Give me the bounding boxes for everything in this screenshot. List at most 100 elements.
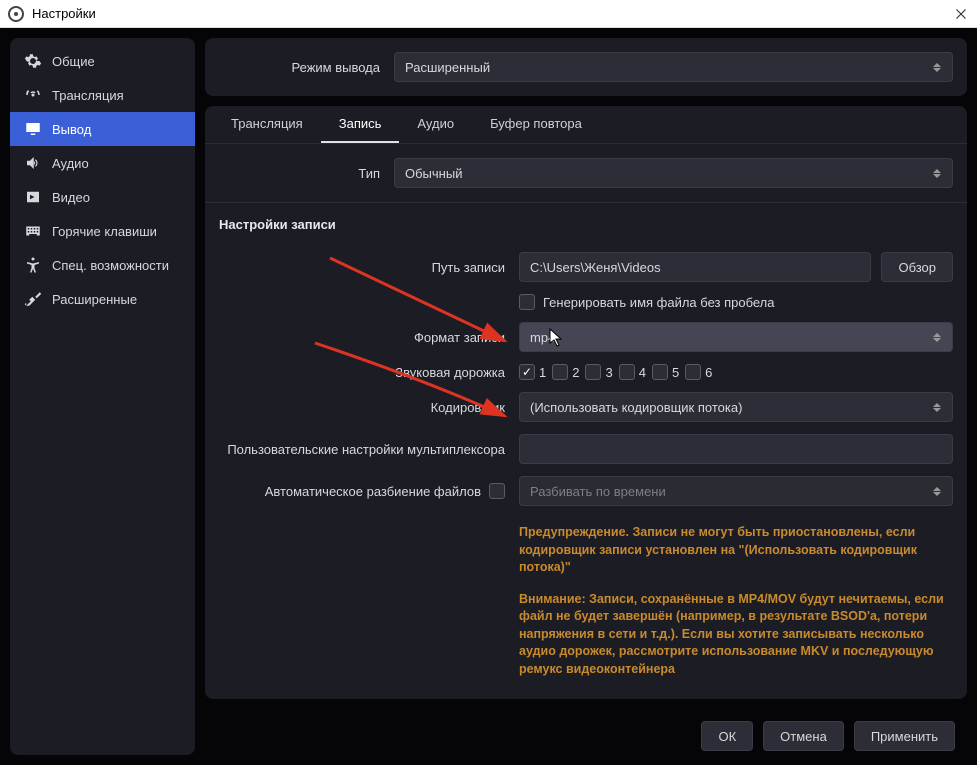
track-item: 2 bbox=[552, 364, 579, 380]
encoder-select[interactable]: (Использовать кодировщик потока) bbox=[519, 392, 953, 422]
monitor-icon bbox=[24, 120, 42, 138]
updown-icon bbox=[932, 403, 942, 412]
sidebar-item-label: Видео bbox=[52, 190, 90, 205]
track-checkbox-3[interactable] bbox=[585, 364, 601, 380]
autosplit-checkbox[interactable] bbox=[489, 483, 505, 499]
tab-audio[interactable]: Аудио bbox=[399, 106, 472, 143]
track-checkbox-2[interactable] bbox=[552, 364, 568, 380]
cancel-button[interactable]: Отмена bbox=[763, 721, 844, 751]
close-icon[interactable] bbox=[953, 6, 969, 22]
tools-icon bbox=[24, 290, 42, 308]
encoder-label: Кодировщик bbox=[219, 400, 509, 415]
track-item: 5 bbox=[652, 364, 679, 380]
apply-button[interactable]: Применить bbox=[854, 721, 955, 751]
sidebar: Общие Трансляция Вывод Аудио Видео Горяч… bbox=[10, 38, 195, 755]
format-value: mp4 bbox=[530, 330, 555, 345]
footer: ОК Отмена Применить bbox=[205, 709, 967, 755]
tracks-row: Звуковая дорожка 1 2 3 4 5 6 bbox=[219, 358, 953, 386]
accessibility-icon bbox=[24, 256, 42, 274]
sidebar-item-label: Спец. возможности bbox=[52, 258, 169, 273]
track-number: 5 bbox=[672, 365, 679, 380]
sidebar-item-label: Горячие клавиши bbox=[52, 224, 157, 239]
nospace-checkbox[interactable] bbox=[519, 294, 535, 310]
video-icon bbox=[24, 188, 42, 206]
sidebar-item-label: Общие bbox=[52, 54, 95, 69]
format-label: Формат записи bbox=[219, 330, 509, 345]
track-checkbox-1[interactable] bbox=[519, 364, 535, 380]
browse-button[interactable]: Обзор bbox=[881, 252, 953, 282]
record-path-input[interactable]: C:\Users\Женя\Videos bbox=[519, 252, 871, 282]
record-type-label: Тип bbox=[219, 166, 384, 181]
updown-icon bbox=[932, 333, 942, 342]
main-panel: Режим вывода Расширенный Трансляция Запи… bbox=[205, 38, 967, 755]
sidebar-item-label: Трансляция bbox=[52, 88, 124, 103]
autosplit-select[interactable]: Разбивать по времени bbox=[519, 476, 953, 506]
track-item: 6 bbox=[685, 364, 712, 380]
tracks-label: Звуковая дорожка bbox=[219, 365, 509, 380]
track-number: 3 bbox=[605, 365, 612, 380]
app-logo-icon bbox=[8, 6, 24, 22]
autosplit-label: Автоматическое разбиение файлов bbox=[265, 484, 481, 499]
sidebar-item-label: Вывод bbox=[52, 122, 91, 137]
tabs-panel: Трансляция Запись Аудио Буфер повтора Ти… bbox=[205, 106, 967, 699]
record-path-row: Путь записи C:\Users\Женя\Videos Обзор bbox=[219, 246, 953, 288]
sidebar-item-label: Расширенные bbox=[52, 292, 137, 307]
output-mode-label: Режим вывода bbox=[219, 60, 384, 75]
track-number: 6 bbox=[705, 365, 712, 380]
titlebar: Настройки bbox=[0, 0, 977, 28]
encoder-row: Кодировщик (Использовать кодировщик пото… bbox=[219, 386, 953, 428]
window-title: Настройки bbox=[32, 6, 96, 21]
updown-icon bbox=[932, 169, 942, 178]
nospace-label: Генерировать имя файла без пробела bbox=[543, 295, 775, 310]
ok-button[interactable]: ОК bbox=[701, 721, 753, 751]
sidebar-item-hotkeys[interactable]: Горячие клавиши bbox=[10, 214, 195, 248]
gear-icon bbox=[24, 52, 42, 70]
output-mode-row: Режим вывода Расширенный bbox=[205, 38, 967, 96]
encoder-value: (Использовать кодировщик потока) bbox=[530, 400, 742, 415]
format-row: Формат записи mp4 bbox=[219, 316, 953, 358]
sidebar-item-stream[interactable]: Трансляция bbox=[10, 78, 195, 112]
track-number: 1 bbox=[539, 365, 546, 380]
broadcast-icon bbox=[24, 86, 42, 104]
output-mode-value: Расширенный bbox=[405, 60, 490, 75]
updown-icon bbox=[932, 63, 942, 72]
tab-stream[interactable]: Трансляция bbox=[213, 106, 321, 143]
mux-row: Пользовательские настройки мультиплексор… bbox=[219, 428, 953, 470]
speaker-icon bbox=[24, 154, 42, 172]
autosplit-placeholder: Разбивать по времени bbox=[530, 484, 666, 499]
sidebar-item-advanced[interactable]: Расширенные bbox=[10, 282, 195, 316]
autosplit-row: Автоматическое разбиение файлов Разбиват… bbox=[219, 470, 953, 512]
tab-record[interactable]: Запись bbox=[321, 106, 400, 143]
tab-replay-buffer[interactable]: Буфер повтора bbox=[472, 106, 600, 143]
sidebar-item-general[interactable]: Общие bbox=[10, 44, 195, 78]
sidebar-item-label: Аудио bbox=[52, 156, 89, 171]
mux-label: Пользовательские настройки мультиплексор… bbox=[219, 442, 509, 457]
nospace-row: Генерировать имя файла без пробела bbox=[219, 288, 953, 316]
track-checkbox-6[interactable] bbox=[685, 364, 701, 380]
sidebar-item-video[interactable]: Видео bbox=[10, 180, 195, 214]
track-number: 2 bbox=[572, 365, 579, 380]
track-checkbox-4[interactable] bbox=[619, 364, 635, 380]
sidebar-item-audio[interactable]: Аудио bbox=[10, 146, 195, 180]
track-number: 4 bbox=[639, 365, 646, 380]
keyboard-icon bbox=[24, 222, 42, 240]
output-mode-select[interactable]: Расширенный bbox=[394, 52, 953, 82]
sidebar-item-output[interactable]: Вывод bbox=[10, 112, 195, 146]
track-item: 4 bbox=[619, 364, 646, 380]
mux-input[interactable] bbox=[519, 434, 953, 464]
warning-row: Предупреждение. Записи не могут быть при… bbox=[219, 512, 953, 698]
section-title: Настройки записи bbox=[219, 217, 953, 232]
track-item: 3 bbox=[585, 364, 612, 380]
track-item: 1 bbox=[519, 364, 546, 380]
record-type-row: Тип Обычный bbox=[205, 144, 967, 203]
form-area: Настройки записи Путь записи C:\Users\Же… bbox=[205, 203, 967, 699]
format-select[interactable]: mp4 bbox=[519, 322, 953, 352]
sidebar-item-accessibility[interactable]: Спец. возможности bbox=[10, 248, 195, 282]
record-type-value: Обычный bbox=[405, 166, 462, 181]
record-type-select[interactable]: Обычный bbox=[394, 158, 953, 188]
updown-icon bbox=[932, 487, 942, 496]
warning-text: Предупреждение. Записи не могут быть при… bbox=[519, 518, 953, 692]
tabs-row: Трансляция Запись Аудио Буфер повтора bbox=[205, 106, 967, 144]
track-checkbox-5[interactable] bbox=[652, 364, 668, 380]
record-path-label: Путь записи bbox=[219, 260, 509, 275]
